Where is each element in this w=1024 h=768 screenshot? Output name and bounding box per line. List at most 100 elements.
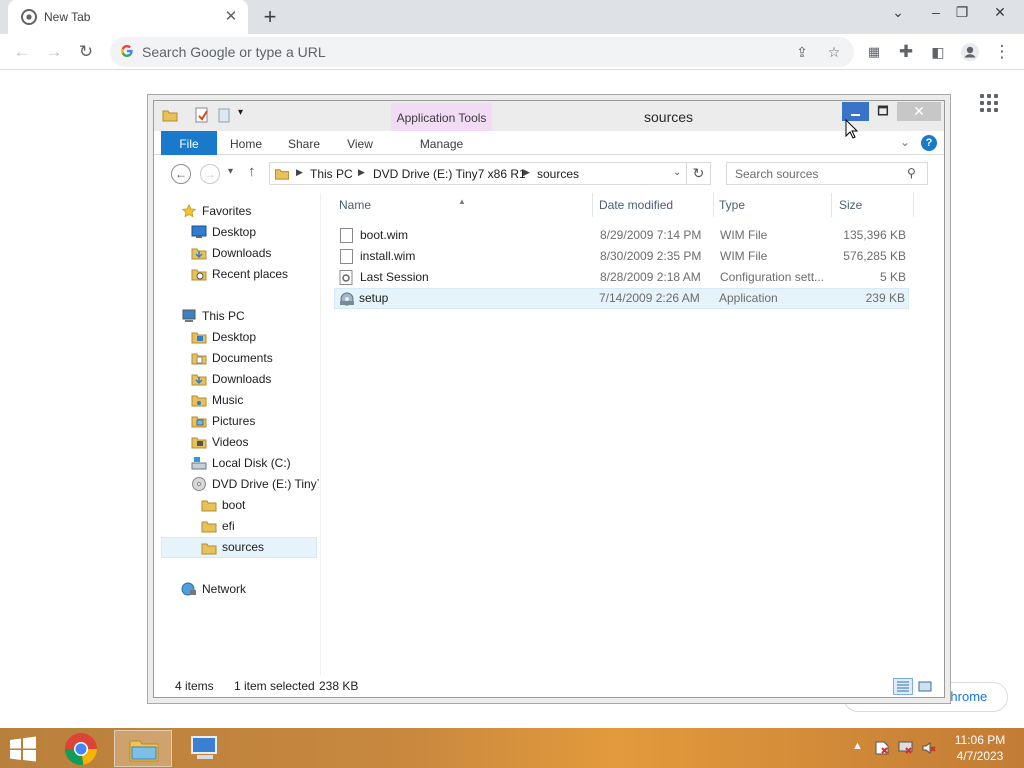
new-folder-icon[interactable]: [216, 107, 232, 123]
taskbar-remote-desktop[interactable]: [176, 730, 234, 767]
new-tab-button[interactable]: +: [258, 6, 282, 28]
breadcrumb-sources[interactable]: sources: [537, 167, 579, 181]
file-type: Application: [719, 291, 778, 305]
tree-item-downloads[interactable]: Downloads: [161, 243, 317, 264]
column-header-name[interactable]: Name ▲: [334, 193, 593, 217]
file-type: WIM File: [720, 228, 768, 242]
desktop-icon: [191, 225, 207, 238]
tree-item-efi[interactable]: efi: [161, 516, 317, 537]
forward-icon[interactable]: →: [42, 40, 66, 64]
tree-item-dvd-drive[interactable]: DVD Drive (E:) Tiny7: [161, 474, 319, 495]
volume-muted-icon[interactable]: [921, 740, 937, 756]
address-dropdown-icon[interactable]: ⌄: [673, 167, 681, 178]
tree-item-desktop[interactable]: Desktop: [161, 222, 317, 243]
tab-share[interactable]: Share: [282, 131, 326, 155]
tree-item-favorites[interactable]: Favorites: [161, 201, 317, 222]
tree-item-this-pc[interactable]: This PC: [161, 306, 317, 327]
details-view-icon[interactable]: [893, 678, 913, 695]
sidepanel-icon[interactable]: ◧: [926, 40, 950, 64]
navigation-bar: ← → ▾ ↑ ▶ This PC ▶ DVD Drive (E:) Tiny7…: [154, 156, 944, 190]
explorer-maximize-button[interactable]: 🗖: [870, 102, 896, 121]
computer-icon: [182, 309, 196, 322]
tab-view[interactable]: View: [338, 131, 382, 155]
browser-minimize-button[interactable]: –: [922, 2, 950, 22]
reload-icon[interactable]: ↻: [74, 40, 98, 64]
tree-item-documents[interactable]: Documents: [161, 348, 317, 369]
tree-item-downloads[interactable]: Downloads: [161, 369, 317, 390]
system-clock[interactable]: 11:06 PM 4/7/2023: [944, 732, 1016, 764]
breadcrumb-separator-icon[interactable]: ▶: [358, 167, 365, 178]
search-input[interactable]: [735, 166, 900, 182]
tree-item-network[interactable]: Network: [161, 579, 317, 600]
setup-app-icon: [340, 292, 354, 306]
drive-icon: [191, 457, 207, 470]
tree-item-recent-places[interactable]: Recent places: [161, 264, 317, 285]
chrome-icon: [65, 733, 97, 765]
share-icon[interactable]: ⇪: [792, 42, 812, 62]
file-date: 8/28/2009 2:18 AM: [600, 270, 701, 284]
refresh-icon[interactable]: ↻: [687, 162, 711, 185]
chrome-tab-new-tab[interactable]: New Tab ✕: [8, 0, 248, 34]
profile-icon[interactable]: [958, 40, 982, 64]
omnibox[interactable]: ⇪ ☆: [110, 37, 854, 67]
large-icons-view-icon[interactable]: [915, 678, 935, 695]
breadcrumb-dvd-drive[interactable]: DVD Drive (E:) Tiny7 x86 R1: [373, 167, 526, 181]
omnibox-input[interactable]: [142, 41, 782, 63]
file-row[interactable]: boot.wim 8/29/2009 7:14 PM WIM File 135,…: [334, 225, 909, 246]
taskbar-file-explorer[interactable]: [114, 730, 172, 767]
file-name: setup: [359, 291, 389, 305]
column-header-size[interactable]: Size: [834, 193, 914, 217]
browser-restore-button[interactable]: ❐: [948, 2, 976, 22]
file-row[interactable]: Last Session 8/28/2009 2:18 AM Configura…: [334, 267, 909, 288]
breadcrumb-separator-icon[interactable]: ▶: [523, 167, 530, 178]
tab-file[interactable]: File: [161, 131, 217, 155]
taskbar-chrome[interactable]: [52, 730, 110, 767]
column-header-date-modified[interactable]: Date modified: [594, 193, 714, 217]
puzzle-icon[interactable]: ✚: [894, 40, 918, 64]
navigation-pane: Favorites Desktop Downloads Recent place…: [161, 197, 319, 675]
back-icon[interactable]: ←: [10, 40, 34, 64]
explorer-close-button[interactable]: ✕: [897, 102, 941, 121]
tree-item-desktop[interactable]: Desktop: [161, 327, 317, 348]
apps-grid-icon[interactable]: [980, 94, 1000, 114]
taskbar: ▲ 11:06 PM 4/7/2023: [0, 728, 1024, 768]
tree-item-pictures[interactable]: Pictures: [161, 411, 317, 432]
menu-icon[interactable]: ⋮: [990, 40, 1014, 64]
tree-item-music[interactable]: Music: [161, 390, 317, 411]
tree-item-local-disk[interactable]: Local Disk (C:): [161, 453, 317, 474]
file-row-selected[interactable]: setup 7/14/2009 2:26 AM Application 239 …: [334, 288, 909, 309]
tab-manage[interactable]: Manage: [391, 131, 492, 155]
network-status-icon[interactable]: [898, 740, 914, 756]
search-box[interactable]: ⚲: [726, 162, 928, 185]
pane-divider[interactable]: [320, 193, 321, 675]
tab-search-chevron-icon[interactable]: ⌄: [884, 2, 912, 22]
tab-close-icon[interactable]: ✕: [222, 8, 240, 26]
browser-close-button[interactable]: ✕: [986, 2, 1014, 22]
tree-item-videos[interactable]: Videos: [161, 432, 317, 453]
extension-icon[interactable]: ▦: [862, 40, 886, 64]
up-icon[interactable]: ↑: [248, 163, 256, 180]
help-icon[interactable]: ?: [921, 135, 937, 151]
start-windows-icon[interactable]: [8, 736, 38, 762]
forward-icon[interactable]: →: [200, 164, 220, 184]
star-icon[interactable]: ☆: [824, 42, 844, 62]
tab-home[interactable]: Home: [224, 131, 268, 155]
qat-dropdown-icon[interactable]: ▾: [238, 107, 254, 123]
file-row[interactable]: install.wim 8/30/2009 2:35 PM WIM File 5…: [334, 246, 909, 267]
show-hidden-icons[interactable]: ▲: [852, 740, 863, 752]
application-tools-tab-group: Application Tools: [391, 103, 492, 131]
dvd-icon: [192, 477, 206, 491]
column-header-type[interactable]: Type: [714, 193, 832, 217]
tree-item-boot[interactable]: boot: [161, 495, 317, 516]
recent-locations-icon[interactable]: ▾: [228, 166, 233, 177]
tree-item-sources[interactable]: sources: [161, 537, 317, 558]
address-bar[interactable]: ▶ This PC ▶ DVD Drive (E:) Tiny7 x86 R1 …: [269, 162, 687, 185]
expand-ribbon-icon[interactable]: ⌄: [900, 135, 910, 149]
breadcrumb-this-pc[interactable]: This PC: [310, 167, 353, 181]
action-center-icon[interactable]: [874, 740, 890, 756]
back-icon[interactable]: ←: [171, 164, 191, 184]
breadcrumb-separator-icon[interactable]: ▶: [296, 167, 303, 178]
music-icon: [191, 395, 207, 407]
selection-count: 1 item selected: [234, 679, 315, 693]
properties-icon[interactable]: [194, 107, 210, 123]
